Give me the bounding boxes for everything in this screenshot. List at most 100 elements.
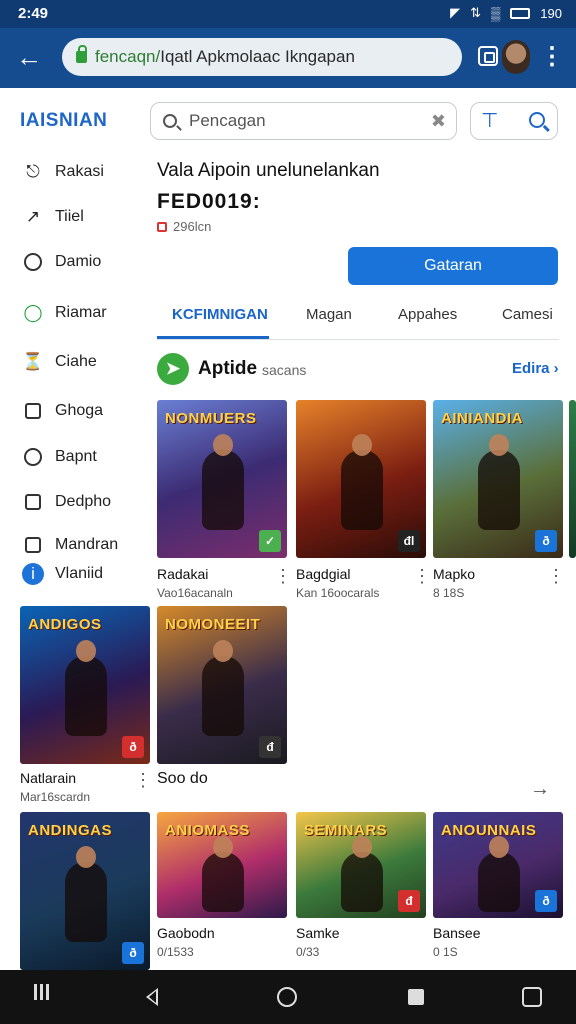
section-more-link[interactable]: Edira › [512, 360, 559, 377]
app-name: Soo do [157, 770, 208, 787]
app-card-natlarain[interactable]: ANDIGOS ð [20, 606, 150, 764]
promo-subline: 296lcn [157, 219, 211, 234]
card-title-art: ANOUNNAIS [441, 822, 537, 839]
alert-icon [157, 221, 167, 232]
accessibility-icon[interactable] [522, 987, 542, 1007]
status-time: 2:49 [18, 5, 49, 22]
badge-icon: đ [259, 736, 281, 758]
sidebar-item-riamar[interactable]: ◯ Riamar [22, 298, 106, 328]
tab-magan[interactable]: Magan [306, 306, 352, 323]
sidebar-item-ghoga[interactable]: Ghoga [22, 396, 103, 426]
sidebar-item-vlaniid[interactable]: i Vlaniid [22, 559, 103, 589]
recents-icon[interactable] [34, 984, 52, 1002]
status-bar: 2:49 ◤ ⇅ ▒ 190 [0, 0, 576, 28]
app-meta: 0 1S [433, 945, 458, 959]
tabs-icon[interactable] [478, 46, 498, 66]
timer-icon: ⏳ [22, 352, 44, 371]
promo-subline-text: 296lcn [173, 219, 212, 234]
data-icon: ⇅ [470, 5, 482, 20]
home-icon[interactable] [277, 987, 297, 1007]
sidebar-item-label: Rakasi [55, 163, 104, 180]
clear-icon[interactable]: ✖ [431, 111, 446, 132]
sidebar-item-dedpho[interactable]: Dedpho [22, 487, 111, 517]
sidebar-item-bapnt[interactable]: Bapnt [22, 442, 97, 472]
app-card-bansee[interactable]: ANOUNNAIS ð [433, 812, 563, 918]
cta-button[interactable]: Gataran [348, 247, 558, 285]
character-art [478, 836, 520, 912]
search-input[interactable]: Pencagan ✖ [150, 102, 457, 140]
sidebar-item-label: Vlaniid [55, 565, 104, 582]
avatar[interactable] [502, 40, 530, 74]
badge-icon: đ [398, 890, 420, 912]
battery-text: 190 [540, 5, 562, 21]
card-title-art: SEMINARS [304, 822, 388, 839]
battery-icon [510, 7, 531, 19]
back-arrow-icon[interactable]: ← [14, 42, 44, 72]
app-card-soodo[interactable]: NOMONEEIT đ [157, 606, 287, 764]
tag-icon: ⎋ [26, 162, 40, 181]
browser-toolbar: ← fencaqn/ Iqatl Apkmolaac Ikngapan ⋮ [0, 28, 576, 88]
sidebar-item-rakasi[interactable]: ⎋ Rakasi [22, 157, 104, 187]
card-title-art: NOMONEEIT [165, 616, 261, 633]
section-subtitle: sacans [262, 362, 307, 378]
more-vert-icon[interactable]: ⋮ [274, 567, 292, 585]
app-card-gaobodn[interactable]: ANIOMASS [157, 812, 287, 918]
search-button-icon[interactable] [529, 112, 545, 128]
app-card-bagdgial[interactable]: đl [296, 400, 426, 558]
character-art [202, 836, 244, 912]
sidebar-item-mandran[interactable]: Mandran [22, 530, 118, 560]
character-art [202, 434, 244, 530]
document-icon [25, 537, 41, 553]
app-name: Bagdgial [296, 566, 351, 582]
app-card-andingas[interactable]: ANDINGAS ð [20, 812, 150, 970]
card-title-art: ANDINGAS [28, 822, 113, 839]
overview-icon[interactable] [408, 989, 424, 1005]
tab-appahes[interactable]: Appahes [398, 306, 457, 323]
character-art [202, 640, 244, 736]
section-title: Aptide [198, 358, 258, 379]
info-icon: i [22, 563, 44, 585]
app-name: Bansee [433, 925, 481, 941]
tab-kcfimnigan[interactable]: KCFIMNIGAN [172, 306, 268, 323]
badge-icon: ð [535, 530, 557, 552]
search-icon [163, 114, 177, 128]
nav-back-icon[interactable] [146, 988, 158, 1006]
app-card-mapko[interactable]: AINIANDIA ð [433, 400, 563, 558]
sidebar-item-label: Tiiel [55, 208, 84, 225]
filter-icon[interactable]: ⊤ [481, 108, 498, 133]
sidebar-item-label: Dedpho [55, 493, 112, 510]
app-meta: 0/1533 [157, 945, 194, 959]
checklist-icon [25, 494, 41, 510]
app-name: Mapko [433, 566, 476, 582]
app-name: Samke [296, 925, 340, 941]
card-title-art: ANIOMASS [165, 822, 250, 839]
refresh-icon [24, 448, 42, 466]
url-bar[interactable]: fencaqn/ Iqatl Apkmolaac Ikngapan [62, 38, 462, 76]
shield-icon: ◯ [23, 303, 43, 322]
more-vert-icon[interactable]: ⋮ [134, 771, 152, 789]
card-title-art: ANDIGOS [28, 616, 102, 633]
more-vert-icon[interactable]: ⋮ [547, 567, 565, 585]
check-icon: ✓ [259, 530, 281, 552]
section-more-label: Edira [512, 360, 550, 377]
signal-icon: ▒ [491, 5, 501, 21]
sidebar-item-ciahe[interactable]: ⏳ Ciahe [22, 347, 96, 377]
sidebar-item-damio[interactable]: Damio [22, 247, 101, 277]
brand-logo: IAISNIAN [20, 110, 108, 131]
sidebar-item-tiiel[interactable]: ↗ Tiiel [22, 202, 84, 232]
app-card-radakai[interactable]: NONMUERS ✓ [157, 400, 287, 558]
badge-icon: ð [535, 890, 557, 912]
promo-amount: FED0019: [157, 190, 261, 213]
arrow-right-icon[interactable]: → [530, 778, 550, 801]
url-host: fencaqn/ [95, 47, 161, 66]
calendar-icon [25, 403, 41, 419]
more-vert-icon[interactable]: ⋮ [413, 567, 431, 585]
sidebar-item-label: Bapnt [55, 448, 97, 465]
url-path: Iqatl Apkmolaac Ikngapan [160, 47, 355, 66]
character-art [341, 434, 383, 530]
app-card-samke[interactable]: SEMINARS đ [296, 812, 426, 918]
app-meta: Vao16acanaln [157, 586, 233, 600]
more-vert-icon[interactable]: ⋮ [540, 42, 564, 72]
app-card-partial[interactable] [569, 400, 576, 558]
tab-camesi[interactable]: Camesi [502, 306, 553, 323]
